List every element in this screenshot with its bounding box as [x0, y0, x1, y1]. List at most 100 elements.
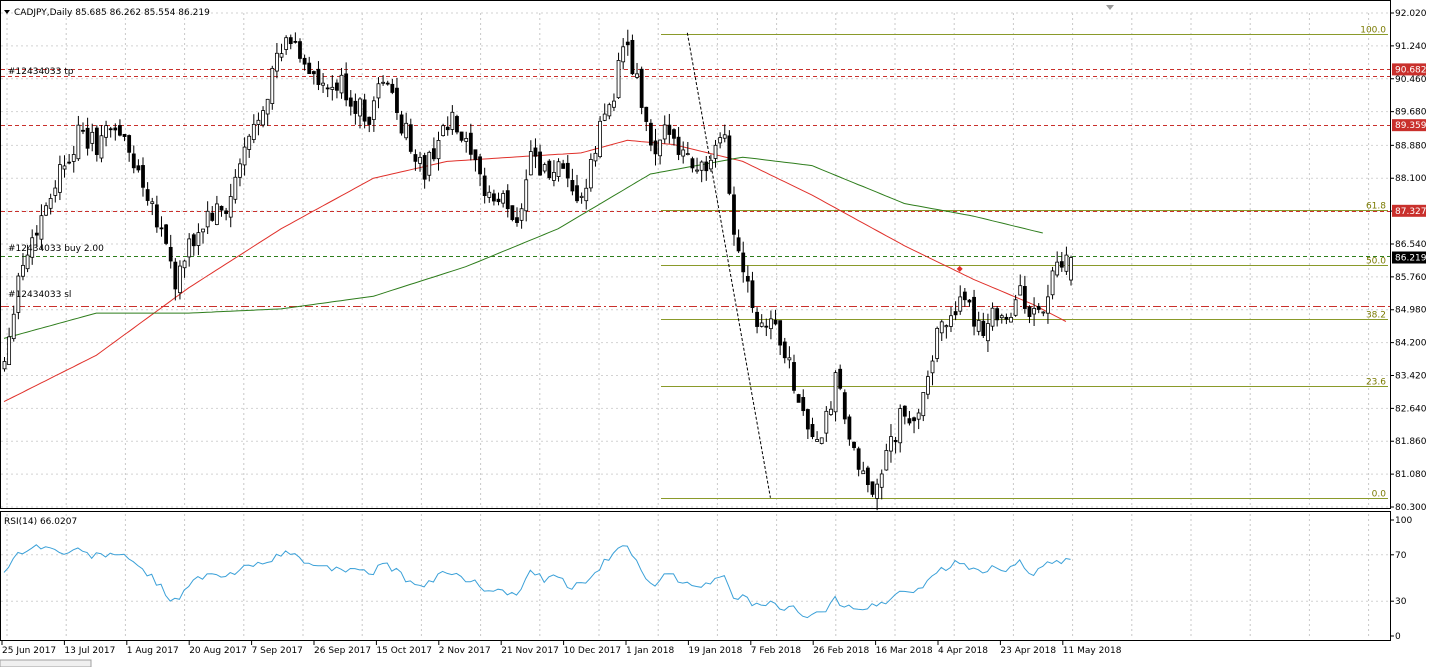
candle-down [953, 311, 958, 316]
candle-down [492, 193, 496, 202]
candle-up [76, 124, 81, 160]
candle-down [801, 397, 806, 412]
time-tick-label: 13 Jul 2017 [64, 646, 115, 656]
candle-down [1059, 261, 1064, 268]
candle-up [48, 198, 53, 209]
candle-up [713, 144, 718, 159]
fib-level-label: 23.6 [1366, 378, 1386, 388]
candle-down [870, 481, 875, 495]
candle-up [381, 81, 385, 84]
candle-up [787, 357, 792, 361]
candle-up [916, 412, 921, 420]
candle-up [999, 315, 1004, 319]
candle-down [362, 99, 367, 122]
rsi-tick-label: 0 [1395, 632, 1401, 642]
fib-level-label: 38.2 [1366, 311, 1386, 321]
candle-down [852, 441, 856, 449]
candle-down [796, 394, 801, 403]
candle-down [131, 153, 136, 169]
candle-up [1009, 316, 1013, 323]
candle-up [62, 165, 67, 170]
candle-down [727, 135, 732, 194]
candle-up [556, 161, 561, 177]
candle-up [1069, 257, 1073, 281]
candle-up [90, 131, 95, 144]
candle-down [108, 128, 113, 131]
candle-up [58, 164, 62, 193]
candle-up [528, 151, 533, 176]
time-tick-label: 16 Mar 2018 [876, 646, 933, 656]
candle-up [7, 336, 12, 366]
candle-up [579, 195, 584, 198]
candle-up [53, 187, 58, 196]
candle-up [242, 146, 247, 166]
time-tick-label: 20 Aug 2017 [189, 646, 247, 656]
candle-down [473, 149, 478, 161]
candle-up [182, 260, 187, 269]
candle-down [838, 368, 843, 389]
candle-up [44, 205, 48, 216]
candle-down [672, 129, 676, 139]
candle-up [607, 104, 612, 117]
candle-down [810, 424, 815, 438]
candle-up [358, 98, 362, 117]
symbol-header: CADJPY,Daily 85.685 86.262 85.554 86.219 [14, 8, 210, 18]
candle-up [584, 187, 589, 202]
candle-up [1018, 285, 1023, 296]
candle-down [745, 275, 750, 282]
candle-up [39, 215, 44, 240]
chart-canvas[interactable]: 100.0 61.8 50.0 38.2 23.6 0.0 92.020 91.240 90.… [0, 0, 1434, 667]
fib-level-label: 0.0 [1372, 490, 1387, 500]
candle-down [136, 165, 141, 171]
candle-down [168, 246, 173, 262]
candle-up [722, 134, 727, 139]
candle-down [219, 205, 224, 211]
candle-down [902, 405, 907, 417]
candle-down [630, 39, 635, 75]
candle-up [187, 238, 192, 258]
candle-up [1032, 308, 1036, 315]
candle-up [25, 254, 30, 270]
candle-down [302, 57, 307, 65]
candle-down [335, 82, 339, 91]
candle-up [205, 210, 210, 228]
candle-up [759, 322, 764, 327]
rsi-tick-label: 70 [1395, 551, 1407, 561]
candle-up [284, 37, 289, 50]
rsi-tick-label: 30 [1395, 597, 1407, 607]
candle-up [99, 135, 104, 159]
candle-down [468, 132, 473, 155]
candle-down [353, 100, 358, 114]
scroll-tab[interactable] [0, 659, 92, 667]
candle-up [21, 264, 25, 277]
candle-up [709, 159, 713, 170]
candle-up [889, 436, 893, 452]
candle-down [445, 126, 450, 131]
candle-down [575, 185, 579, 202]
candle-up [270, 67, 275, 104]
candle-up [330, 86, 335, 90]
candle-up [228, 196, 233, 218]
candle-up [593, 152, 598, 162]
price-tick-label: 84.980 [1395, 306, 1427, 316]
time-tick-label: 1 Aug 2017 [127, 646, 179, 656]
price-box-label: 89.359 [1395, 121, 1427, 131]
candle-down [690, 158, 695, 169]
price-tick-label: 90.460 [1395, 75, 1427, 85]
candle-down [307, 62, 312, 75]
time-tick-label: 7 Feb 2018 [751, 646, 802, 656]
candle-up [196, 232, 201, 246]
candle-down [750, 280, 755, 309]
candle-down [510, 205, 515, 220]
candle-down [311, 71, 316, 75]
candle-down [842, 392, 847, 420]
rsi-label: RSI(14) 66.0207 [4, 517, 77, 527]
candle-up [1064, 254, 1069, 272]
candle-up [958, 296, 963, 312]
candle-up [612, 100, 616, 108]
candle-down [741, 252, 746, 273]
time-tick-label: 23 Apr 2018 [1000, 646, 1056, 656]
candle-down [127, 135, 132, 153]
candle-down [422, 155, 427, 180]
rsi-tick-label: 100 [1395, 516, 1412, 526]
